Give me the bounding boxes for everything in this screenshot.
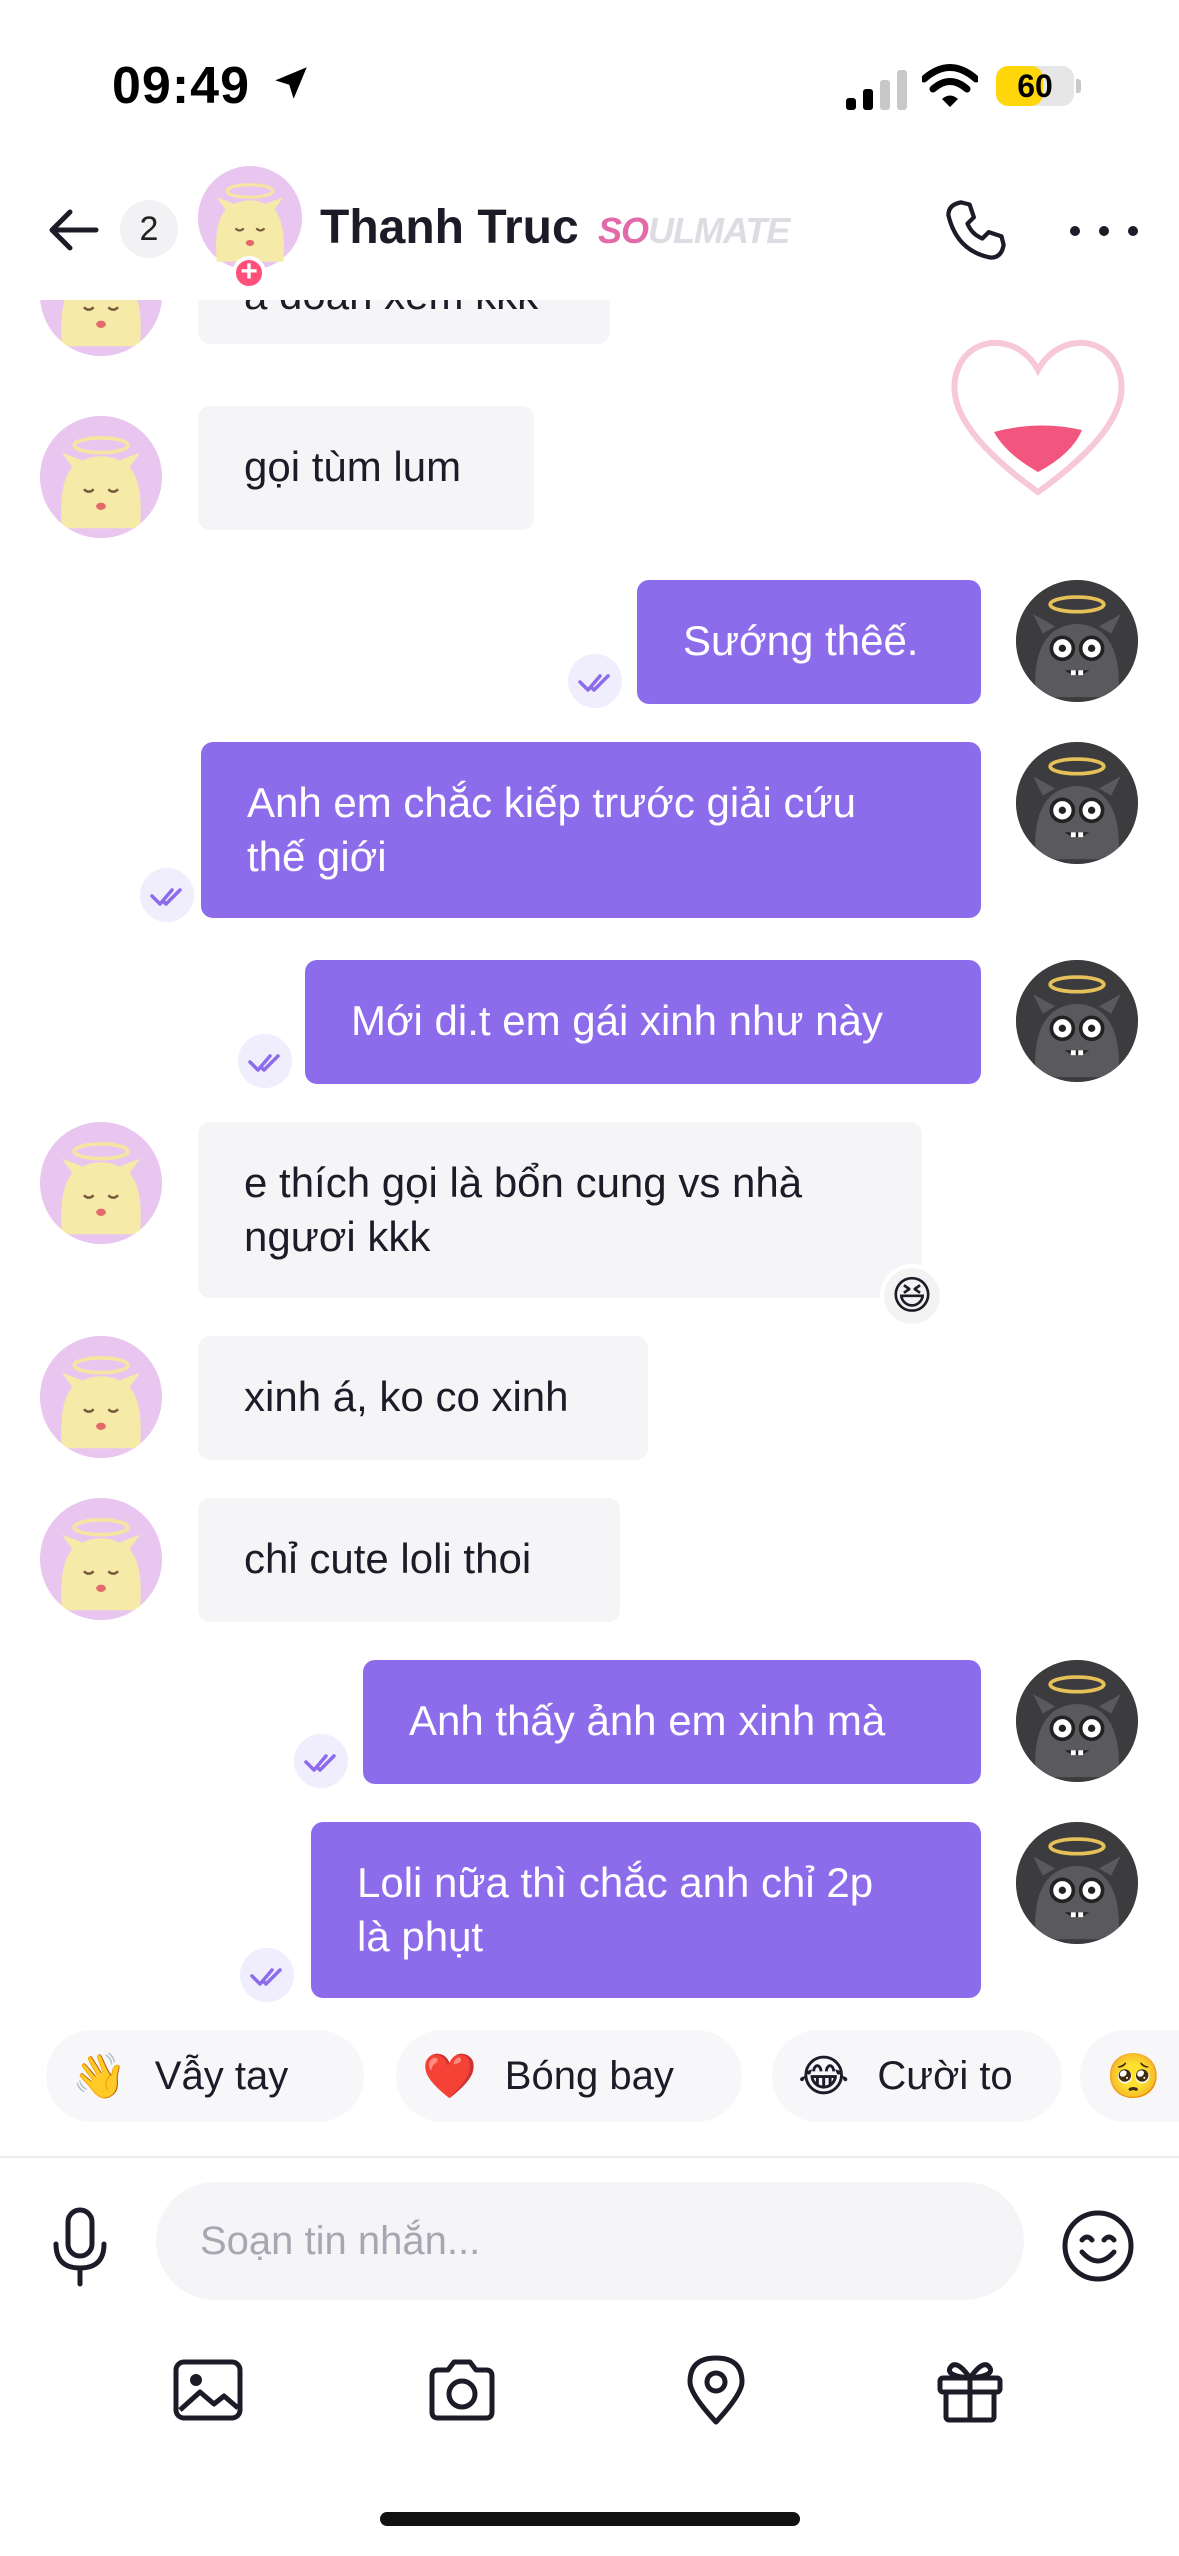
quick-reaction-chip[interactable]: 🥺 (1080, 2030, 1179, 2122)
my-avatar[interactable] (1016, 580, 1138, 702)
outgoing-message: Anh thấy ảnh em xinh mà (0, 1660, 1179, 1788)
more-horizontal-icon[interactable] (1066, 210, 1142, 250)
image-icon[interactable] (170, 2352, 246, 2428)
status-time: 09:49 (112, 57, 250, 115)
message-list[interactable]: a đoán xem kkk gọi tùm lum Sướng thêế. Anh … (0, 290, 1179, 2160)
add-contact-badge[interactable]: + (232, 256, 266, 290)
read-receipt-icon (238, 1034, 292, 1088)
incoming-message: xinh á, ko co xinh (0, 1336, 1179, 1460)
quick-reaction-chip[interactable]: 😂 Cười to (772, 2030, 1062, 2122)
outgoing-message: Loli nữa thì chắc anh chỉ 2p là phụt (0, 1822, 1179, 2002)
message-bubble[interactable]: e thích gọi là bổn cung vs nhà ngươi kkk (198, 1122, 922, 1298)
message-bubble[interactable]: gọi tùm lum (198, 406, 534, 530)
outgoing-message: Sướng thêế. (0, 580, 1179, 708)
location-pin-icon[interactable] (678, 2352, 754, 2428)
home-indicator[interactable] (380, 2512, 800, 2526)
contact-avatar[interactable] (40, 1336, 162, 1458)
read-receipt-icon (568, 654, 622, 708)
quick-reaction-chip[interactable]: 👋 Vẫy tay (46, 2030, 364, 2122)
cellular-signal-icon (846, 70, 907, 110)
phone-icon[interactable] (942, 196, 1010, 264)
chat-header: 2 + Thanh Truc SOULMATE (0, 160, 1179, 300)
quick-reaction-label: Cười to (877, 2053, 1013, 2098)
my-avatar[interactable] (1016, 742, 1138, 864)
my-avatar[interactable] (1016, 1822, 1138, 1944)
message-composer (0, 2156, 1179, 2556)
wifi-icon (922, 64, 978, 107)
quick-reaction-chip[interactable]: ❤️ Bóng bay (396, 2030, 742, 2122)
message-bubble[interactable]: Anh thấy ảnh em xinh mà (363, 1660, 981, 1784)
read-receipt-icon (140, 868, 194, 922)
message-reaction[interactable]: 😆 (880, 1264, 944, 1328)
message-bubble[interactable]: xinh á, ko co xinh (198, 1336, 648, 1460)
incoming-message: e thích gọi là bổn cung vs nhà ngươi kkk… (0, 1122, 1179, 1328)
reaction-emoji-icon: 🥺 (1106, 2052, 1161, 2101)
outgoing-message: Anh em chắc kiếp trước giải cứu thế giới (0, 742, 1179, 922)
reaction-emoji-icon: 😂 (798, 2051, 850, 2101)
message-bubble[interactable]: chỉ cute loli thoi (198, 1498, 620, 1622)
incoming-message: chỉ cute loli thoi (0, 1498, 1179, 1622)
soulmate-tag: SOULMATE (598, 210, 790, 251)
contact-avatar[interactable] (40, 1122, 162, 1244)
gift-icon[interactable] (932, 2352, 1008, 2428)
my-avatar[interactable] (1016, 960, 1138, 1082)
contact-avatar[interactable] (40, 1498, 162, 1620)
my-avatar[interactable] (1016, 1660, 1138, 1782)
message-bubble[interactable]: Sướng thêế. (637, 580, 981, 704)
outgoing-message: Mới di.t em gái xinh như này (0, 960, 1179, 1088)
reaction-emoji-icon: ❤️ (422, 2052, 477, 2101)
arrow-left-icon[interactable] (42, 198, 106, 262)
quick-reaction-label: Vẫy tay (154, 2053, 289, 2098)
emoji-icon[interactable] (1060, 2208, 1136, 2284)
battery-indicator: 60 (996, 66, 1081, 106)
message-bubble[interactable]: Anh em chắc kiếp trước giải cứu thế giới (201, 742, 981, 918)
unread-count-badge[interactable]: 2 (120, 200, 178, 258)
message-input[interactable] (156, 2182, 1024, 2300)
read-receipt-icon (294, 1734, 348, 1788)
contact-name[interactable]: Thanh Truc (320, 200, 579, 255)
quick-reaction-label: Bóng bay (504, 2053, 674, 2098)
read-receipt-icon (240, 1948, 294, 2002)
contact-avatar[interactable] (40, 416, 162, 538)
location-arrow-icon (275, 67, 307, 99)
battery-percent: 60 (1017, 68, 1053, 104)
heart-meter-icon[interactable] (940, 326, 1136, 502)
quick-reaction-bar: 👋 Vẫy tay ❤️ Bóng bay 😂 Cười to 🥺 (0, 2030, 1179, 2150)
reaction-emoji-icon: 👋 (72, 2052, 127, 2101)
message-bubble[interactable]: Loli nữa thì chắc anh chỉ 2p là phụt (311, 1822, 981, 1998)
camera-icon[interactable] (424, 2352, 500, 2428)
message-bubble[interactable]: Mới di.t em gái xinh như này (305, 960, 981, 1084)
status-bar: 09:49 60 (0, 0, 1179, 170)
microphone-icon[interactable] (48, 2206, 112, 2290)
